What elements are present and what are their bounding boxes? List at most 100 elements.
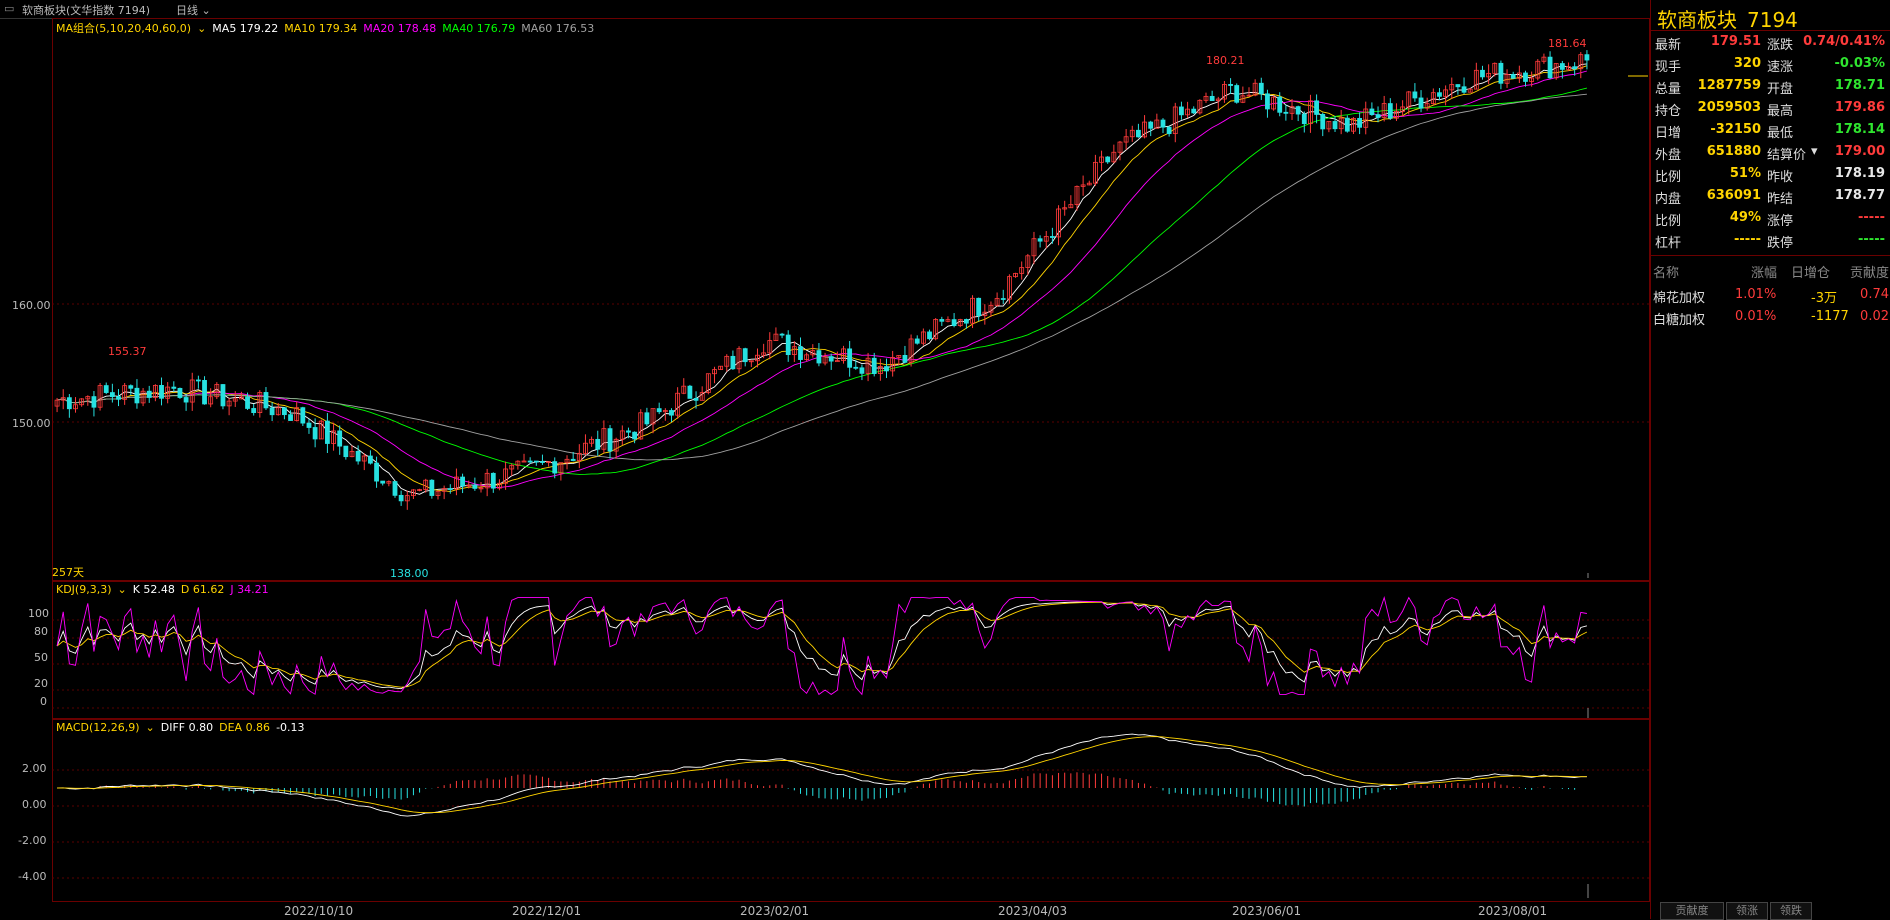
- candle-body: [251, 408, 257, 414]
- candle-body: [1000, 298, 1006, 300]
- candle-body: [195, 379, 201, 382]
- quote-value: 2059503: [1697, 100, 1761, 115]
- quote-label: 杠杆: [1655, 236, 1682, 251]
- instrument-code: 7194: [1747, 8, 1798, 32]
- candle-body: [1136, 129, 1141, 138]
- candle-body: [1498, 62, 1504, 84]
- candle-body: [337, 430, 343, 447]
- candle-body: [1050, 236, 1055, 238]
- quote-label: 涨跌: [1767, 38, 1794, 53]
- candle-body: [540, 461, 545, 463]
- candle-body: [1283, 111, 1289, 114]
- candle-body: [626, 430, 631, 433]
- candle-body: [1412, 91, 1418, 99]
- quote-value: -----: [1734, 232, 1761, 247]
- candle-body: [687, 385, 693, 399]
- quote-label: 速涨: [1767, 60, 1794, 75]
- quote-value: 636091: [1706, 188, 1761, 203]
- date-label: 2022/10/10: [284, 904, 354, 918]
- candle-body: [325, 420, 330, 444]
- candle-body: [398, 494, 404, 502]
- tab-contrib[interactable]: 贡献度: [1660, 902, 1724, 920]
- candle-body: [527, 460, 533, 463]
- quote-label: 日增: [1655, 126, 1682, 141]
- contrib-row[interactable]: 棉花加权 1.01% -3万 0.74: [1651, 287, 1890, 309]
- macd-tick-neg4: -4.00: [18, 870, 47, 883]
- period-label: 日线: [176, 4, 198, 17]
- candle-body: [263, 392, 269, 409]
- chart-canvas[interactable]: [0, 18, 1650, 902]
- tab-lead-up[interactable]: 领涨: [1726, 902, 1768, 920]
- candle-body: [1295, 106, 1301, 115]
- quote-value: -0.03%: [1834, 56, 1886, 71]
- quote-label: 昨收: [1767, 170, 1794, 185]
- quote-label: 比例: [1655, 170, 1682, 185]
- contrib-row[interactable]: 白糖加权 0.01% -1177 0.02: [1651, 309, 1890, 331]
- quote-row: 杠杆 ----- 跌停 -----: [1651, 232, 1890, 254]
- quote-label: 现手: [1655, 60, 1682, 75]
- quote-row: 比例 51% 昨收 178.19: [1651, 166, 1890, 188]
- candle-body: [884, 366, 889, 372]
- candle-body: [779, 333, 785, 336]
- contrib-pct: 0.01%: [1735, 309, 1777, 324]
- contrib-pct: 1.01%: [1735, 287, 1777, 302]
- quote-row: 现手 320 速涨 -0.03%: [1651, 56, 1890, 78]
- y-tick-150: 150.00: [12, 417, 51, 430]
- candle-body: [1461, 86, 1467, 93]
- candle-body: [1265, 93, 1270, 110]
- kdj-tick-100: 100: [28, 607, 49, 620]
- candle-body: [1228, 84, 1233, 86]
- candle-body: [632, 431, 638, 440]
- quote-label: 最低: [1767, 126, 1794, 141]
- candle-body: [109, 392, 115, 398]
- candle-body: [312, 427, 318, 440]
- low-label-1: 138.00: [390, 567, 429, 580]
- candle-body: [1148, 121, 1154, 129]
- tab-lead-down[interactable]: 领跌: [1770, 902, 1812, 920]
- candle-body: [355, 450, 361, 462]
- quote-value: 651880: [1706, 144, 1761, 159]
- candle-body: [1387, 103, 1393, 119]
- candle-body: [91, 396, 97, 408]
- quote-value: 179.86: [1834, 100, 1885, 115]
- quote-row: 总量 1287759 开盘 178.71: [1651, 78, 1890, 100]
- quote-row: 内盘 636091 昨结 178.77: [1651, 188, 1890, 210]
- candle-body: [742, 348, 748, 363]
- quote-value: 49%: [1729, 210, 1761, 225]
- quote-label: 开盘: [1767, 82, 1794, 97]
- quote-label: 外盘: [1655, 148, 1682, 163]
- quote-label: 昨结: [1767, 192, 1794, 207]
- candle-body: [134, 387, 140, 404]
- candle-body: [1332, 121, 1338, 130]
- candle-body: [939, 319, 945, 322]
- diff-line: [57, 733, 1587, 817]
- candle-body: [644, 412, 650, 425]
- quote-value: 0.74/0.41%: [1803, 34, 1885, 49]
- quote-value: -----: [1858, 232, 1885, 247]
- contrib-header-pct: 涨幅: [1751, 266, 1778, 281]
- quote-value: 178.71: [1834, 78, 1885, 93]
- candle-body: [1369, 108, 1375, 116]
- candle-body: [472, 484, 478, 489]
- candle-body: [116, 396, 121, 400]
- candle-body: [798, 346, 803, 360]
- title-bar: ▭ 软商板块(文华指数 7194) 日线 ⌄: [0, 0, 1650, 19]
- candle-body: [392, 481, 398, 496]
- period-selector[interactable]: 日线 ⌄: [176, 2, 211, 18]
- high-label-3: 181.64: [1548, 37, 1587, 50]
- candle-body: [1179, 106, 1184, 116]
- contrib-name: 白糖加权: [1653, 313, 1706, 328]
- candle-body: [1418, 97, 1424, 109]
- candle-body: [245, 396, 250, 409]
- candle-body: [429, 479, 435, 496]
- caret-down-icon[interactable]: ▾: [1811, 144, 1818, 159]
- quote-label: 最新: [1655, 38, 1682, 53]
- quote-value: 179.00: [1834, 144, 1885, 159]
- quote-row: 外盘 651880 结算价 179.00 ▾: [1651, 144, 1890, 166]
- macd-tick-neg2: -2.00: [18, 834, 47, 847]
- candle-body: [1037, 238, 1043, 242]
- candle-body: [533, 460, 539, 463]
- candle-body: [976, 297, 982, 316]
- candle-body: [693, 398, 699, 401]
- window-icon: ▭: [4, 2, 15, 15]
